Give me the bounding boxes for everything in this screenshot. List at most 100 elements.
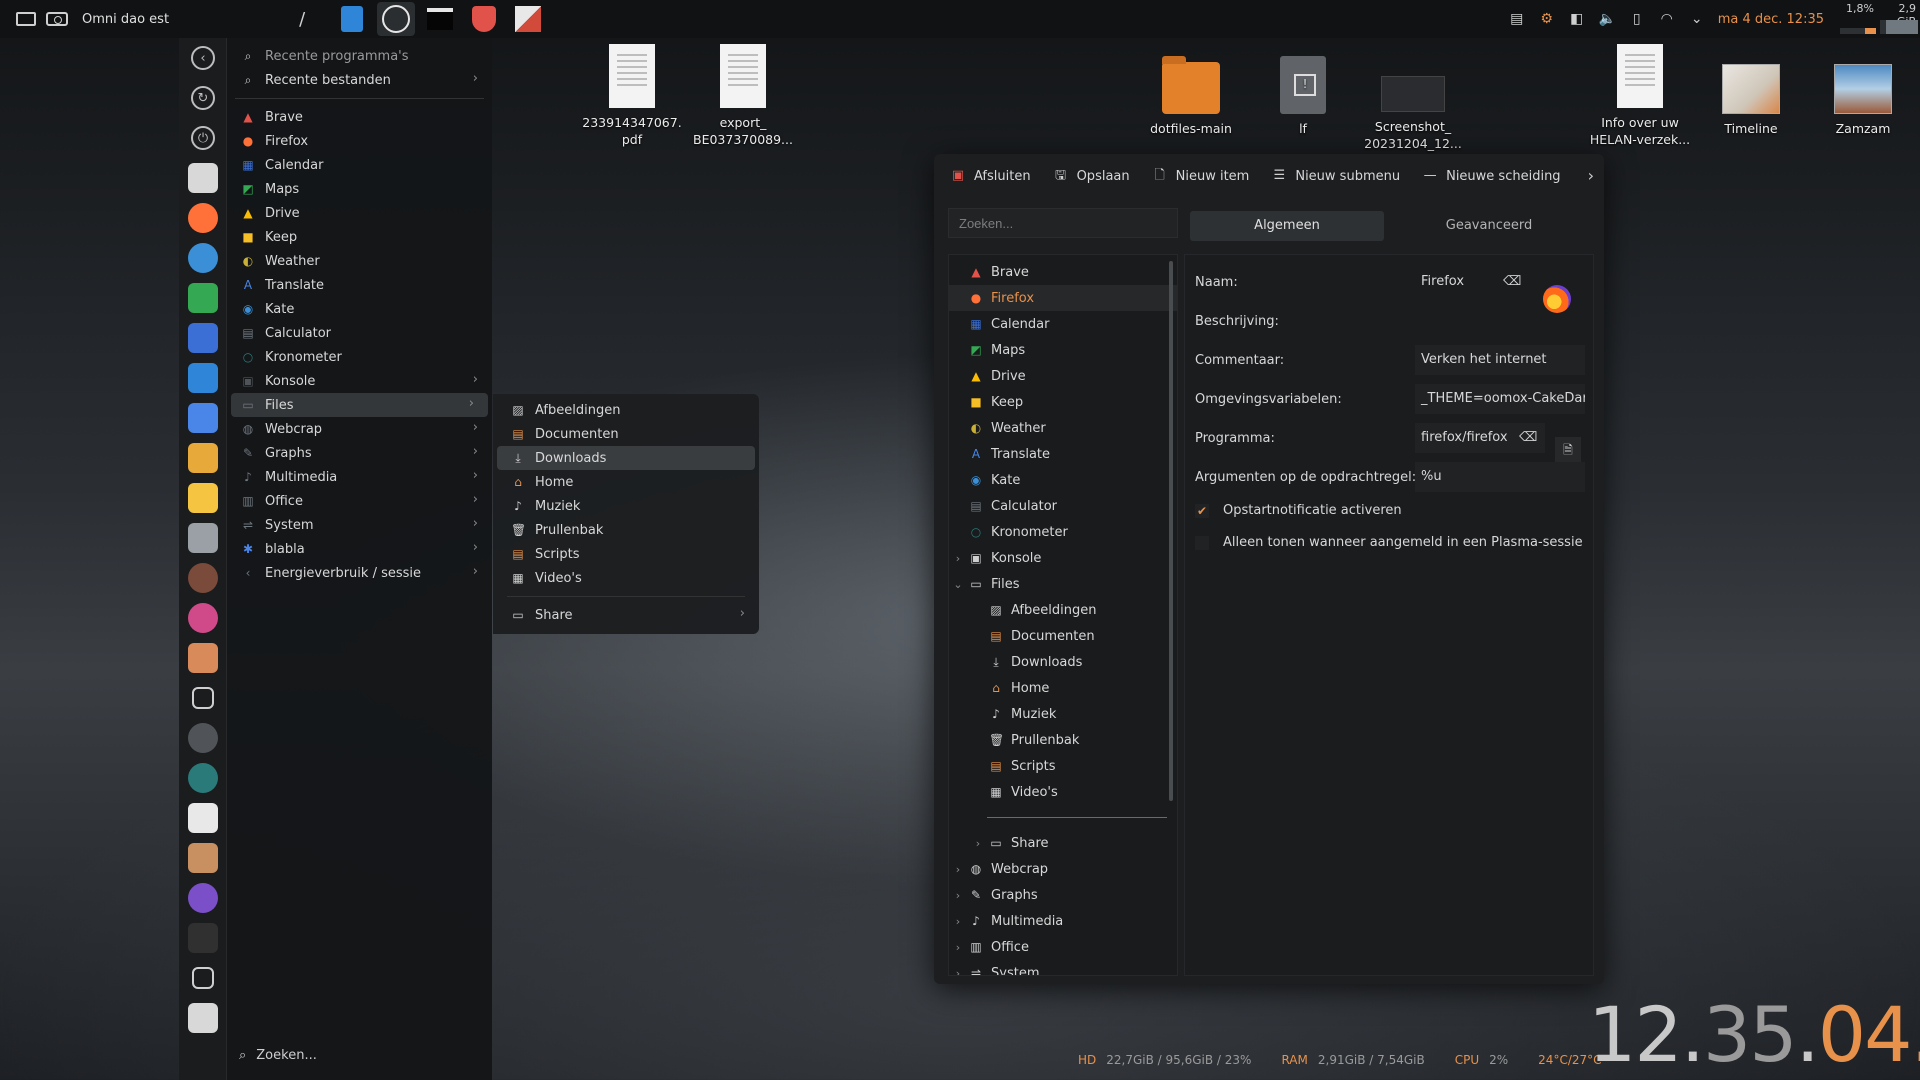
updates-icon[interactable]: ⚙ <box>1539 11 1555 27</box>
tab-general[interactable]: Algemeen <box>1190 211 1384 241</box>
launcher-item-kate[interactable]: ◉ Kate <box>227 297 492 321</box>
task-dolphin[interactable] <box>333 2 371 36</box>
screenshot-icon[interactable] <box>46 12 68 26</box>
favorite-contacts[interactable] <box>179 238 227 278</box>
favorite-calendar[interactable] <box>179 318 227 358</box>
tree-item-prullenbak[interactable]: 🗑 Prullenbak <box>949 727 1177 753</box>
launcher-item-energieverbruik-sessie[interactable]: ‹ Energieverbruik / sessie › <box>227 561 492 585</box>
tree-item-brave[interactable]: ▲ Brave <box>949 259 1177 285</box>
submenu-item-share[interactable]: ▭ Share › <box>497 603 755 627</box>
chevron-right-icon[interactable]: › <box>951 552 965 565</box>
favorite-store[interactable] <box>179 398 227 438</box>
chevron-right-icon[interactable]: › <box>951 889 965 902</box>
desktop-icon[interactable]: lf <box>1248 50 1358 137</box>
favorite-gimp[interactable] <box>179 558 227 598</box>
task-menu-editor[interactable] <box>509 2 547 36</box>
chevron-right-icon[interactable]: › <box>951 863 965 876</box>
launcher-item-konsole[interactable]: ▣ Konsole › <box>227 369 492 393</box>
save-button[interactable]: 🖫 Opslaan <box>1053 168 1130 184</box>
submenu-item-home[interactable]: ⌂ Home <box>497 470 755 494</box>
tree-item-share[interactable]: › ▭ Share <box>949 830 1177 856</box>
tree-separator[interactable] <box>987 817 1167 818</box>
tree-item-system[interactable]: › ⇌ System <box>949 960 1177 976</box>
tree-item-weather[interactable]: ◐ Weather <box>949 415 1177 441</box>
chevron-down-icon[interactable]: ⌄ <box>1689 11 1705 27</box>
shutdown-button[interactable]: ⏻ <box>179 118 227 158</box>
tree-item-graphs[interactable]: › ✎ Graphs <box>949 882 1177 908</box>
favorite-drive[interactable] <box>179 278 227 318</box>
task-brave[interactable] <box>465 2 503 36</box>
submenu-item-video-s[interactable]: ▦ Video's <box>497 566 755 590</box>
task-terminal[interactable] <box>421 2 459 36</box>
launcher-item-webcrap[interactable]: ◍ Webcrap › <box>227 417 492 441</box>
launcher-item-calculator[interactable]: ▤ Calculator <box>227 321 492 345</box>
favorite-music-player[interactable] <box>179 598 227 638</box>
chevron-right-icon[interactable]: › <box>951 967 965 976</box>
tree-item-afbeeldingen[interactable]: ▨ Afbeeldingen <box>949 597 1177 623</box>
tree-item-files[interactable]: ⌄ ▭ Files <box>949 571 1177 597</box>
favorite-video-editor[interactable] <box>179 798 227 838</box>
mem-load-widget[interactable]: 2,9 GiB <box>1878 0 1920 38</box>
favorite-text-editor[interactable] <box>179 918 227 958</box>
launcher-item-office[interactable]: ▥ Office › <box>227 489 492 513</box>
recent-files[interactable]: ⌕ Recente bestanden › <box>227 68 492 92</box>
tree-scrollbar[interactable] <box>1169 261 1173 801</box>
favorite-kde-connect[interactable] <box>179 958 227 998</box>
launcher-item-graphs[interactable]: ✎ Graphs › <box>227 441 492 465</box>
recent-programs[interactable]: ⌕ Recente programma's <box>227 44 492 68</box>
clipboard-icon[interactable]: ◧ <box>1569 11 1585 27</box>
args-field[interactable]: %u <box>1415 462 1585 492</box>
favorite-vlc[interactable] <box>179 998 227 1038</box>
phone-icon[interactable]: ▯ <box>1629 11 1645 27</box>
tree-item-kronometer[interactable]: ○ Kronometer <box>949 519 1177 545</box>
favorite-sphere[interactable] <box>179 718 227 758</box>
back-button[interactable]: ‹ <box>179 38 227 78</box>
desktop-icon[interactable]: Info over uw HELAN-verzek... <box>1585 44 1695 148</box>
tree-item-firefox[interactable]: ● Firefox <box>949 285 1177 311</box>
tree-item-multimedia[interactable]: › ♪ Multimedia <box>949 908 1177 934</box>
chevron-right-icon[interactable]: › <box>971 837 985 850</box>
launcher-item-multimedia[interactable]: ♪ Multimedia › <box>227 465 492 489</box>
launcher-search-input[interactable]: ⌕ Zoeken... <box>227 1040 492 1070</box>
submenu-item-afbeeldingen[interactable]: ▨ Afbeeldingen <box>497 398 755 422</box>
tree-item-muziek[interactable]: ♪ Muziek <box>949 701 1177 727</box>
env-field[interactable]: _THEME=oomox-CakeDark <box>1415 384 1585 414</box>
launcher-item-weather[interactable]: ◐ Weather <box>227 249 492 273</box>
launcher-item-blabla[interactable]: ✱ blabla › <box>227 537 492 561</box>
tree-item-scripts[interactable]: ▤ Scripts <box>949 753 1177 779</box>
favorite-font[interactable] <box>179 518 227 558</box>
new-submenu-button[interactable]: ☰ Nieuw submenu <box>1271 168 1401 184</box>
launcher-item-calendar[interactable]: ▦ Calendar <box>227 153 492 177</box>
launcher-item-brave[interactable]: ▲ Brave <box>227 105 492 129</box>
desktop-icon[interactable]: dotfiles-main <box>1136 50 1246 137</box>
favorite-photos[interactable] <box>179 638 227 678</box>
browse-program-button[interactable]: 🗎 <box>1555 437 1581 463</box>
tree-search-input[interactable] <box>948 208 1178 238</box>
submenu-item-documenten[interactable]: ▤ Documenten <box>497 422 755 446</box>
tree-item-documenten[interactable]: ▤ Documenten <box>949 623 1177 649</box>
favorite-bluetooth[interactable] <box>179 358 227 398</box>
tree-item-office[interactable]: › ▥ Office <box>949 934 1177 960</box>
notes-icon[interactable]: ▤ <box>1509 11 1525 27</box>
chevron-down-icon[interactable]: ⌄ <box>951 578 965 591</box>
favorite-music-note[interactable] <box>179 678 227 718</box>
tree-item-home[interactable]: ⌂ Home <box>949 675 1177 701</box>
tab-advanced[interactable]: Geavanceerd <box>1392 211 1586 241</box>
desktop-icon[interactable]: 233914347067. pdf <box>577 44 687 148</box>
launcher-item-kronometer[interactable]: ○ Kronometer <box>227 345 492 369</box>
submenu-item-muziek[interactable]: ♪ Muziek <box>497 494 755 518</box>
launcher-item-files[interactable]: ▭ Files › <box>231 393 488 417</box>
tree-item-konsole[interactable]: › ▣ Konsole <box>949 545 1177 571</box>
desktop-icon[interactable]: Screenshot_ 20231204_12... <box>1358 50 1468 152</box>
cpu-load-widget[interactable]: 1,8% <box>1838 0 1878 38</box>
new-separator-button[interactable]: — Nieuwe scheiding <box>1422 168 1561 184</box>
restart-button[interactable]: ↻ <box>179 78 227 118</box>
quit-button[interactable]: ▣ Afsluiten <box>950 168 1031 184</box>
launcher-item-firefox[interactable]: ● Firefox <box>227 129 492 153</box>
volume-icon[interactable]: 🔈 <box>1599 11 1616 27</box>
clear-program-icon[interactable]: ⌫ <box>1519 430 1537 445</box>
desktop-icon[interactable]: export_ BE037370089... <box>688 44 798 148</box>
launcher-item-translate[interactable]: A Translate <box>227 273 492 297</box>
tree-item-calendar[interactable]: ▦ Calendar <box>949 311 1177 337</box>
startup-notify-checkbox[interactable]: ✔ <box>1195 504 1209 518</box>
